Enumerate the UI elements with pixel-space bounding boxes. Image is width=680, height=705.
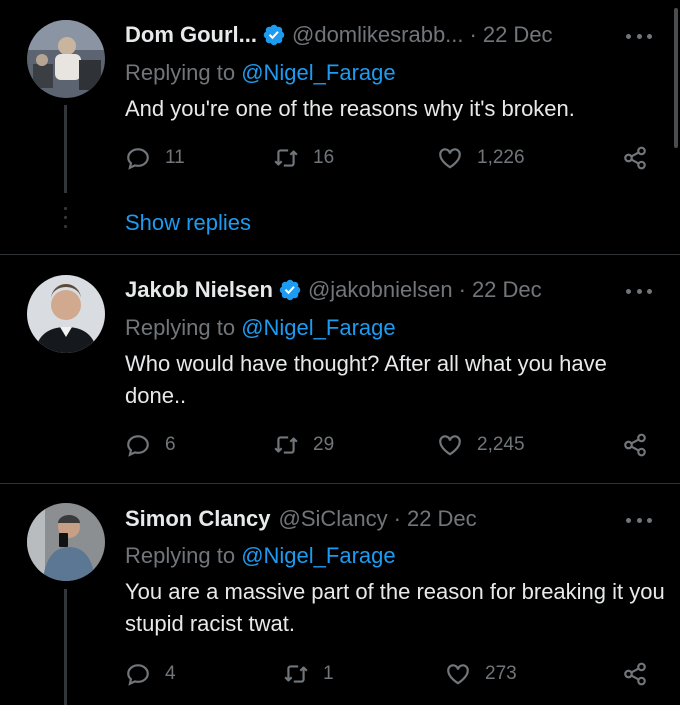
separator-dot: · (469, 22, 477, 47)
tweet-text: And you're one of the reasons why it's b… (125, 96, 575, 121)
like-button[interactable]: 273 (445, 661, 517, 687)
reply-count: 6 (165, 434, 176, 455)
share-button[interactable] (622, 432, 648, 458)
heart-icon (439, 148, 461, 169)
retweet-count: 1 (323, 663, 334, 684)
tweet-date[interactable]: 22 Dec (483, 22, 553, 48)
reply-icon (127, 664, 149, 686)
tweet-date[interactable]: 22 Dec (472, 277, 542, 303)
tweet-actions: 11 16 1,226 (125, 145, 655, 175)
avatar[interactable] (27, 503, 105, 581)
separator-dot: · (458, 277, 466, 302)
tweet-text: Who would have thought? After all what y… (125, 351, 607, 408)
share-icon (624, 662, 646, 686)
mention-link[interactable]: @Nigel_Farage (241, 315, 395, 340)
tweet-actions: 6 29 2,245 (125, 432, 655, 462)
retweet-button[interactable]: 1 (283, 661, 334, 687)
show-replies-link[interactable]: Show replies (125, 210, 251, 236)
thread-line (64, 589, 67, 705)
display-name[interactable]: Jakob Nielsen (125, 277, 273, 303)
retweet-button[interactable]: 29 (273, 432, 334, 458)
reply-button[interactable]: 11 (125, 145, 185, 171)
verified-badge-icon (263, 24, 285, 46)
replying-to-label: Replying to (125, 543, 242, 568)
avatar[interactable] (27, 20, 105, 98)
reply-button[interactable]: 6 (125, 432, 176, 458)
tweet-actions: 4 1 273 (125, 661, 655, 691)
thread-line (64, 105, 67, 193)
avatar[interactable] (27, 275, 105, 353)
verified-badge-icon (279, 279, 301, 301)
user-handle[interactable]: @domlikesrabb... (292, 22, 464, 48)
reply-icon (127, 435, 149, 457)
thread-dots (64, 207, 67, 234)
tweet-text: You are a massive part of the reason for… (125, 579, 665, 636)
retweet-count: 16 (313, 147, 335, 168)
replying-to: Replying to @Nigel_Farage (125, 315, 396, 341)
user-handle[interactable]: @SiClancy (278, 506, 387, 532)
tweet[interactable]: Simon Clancy @SiClancy · 22 Dec Replying… (0, 484, 680, 705)
like-count: 1,226 (477, 147, 525, 168)
more-options-icon[interactable] (626, 287, 652, 295)
reply-count: 11 (165, 147, 185, 168)
tweet[interactable]: Jakob Nielsen @jakobnielsen · 22 Dec Rep… (0, 255, 680, 483)
like-count: 273 (485, 663, 517, 684)
reply-icon (127, 148, 149, 170)
retweet-button[interactable]: 16 (273, 145, 334, 171)
display-name[interactable]: Simon Clancy (125, 506, 270, 532)
replying-to: Replying to @Nigel_Farage (125, 60, 396, 86)
replying-to: Replying to @Nigel_Farage (125, 543, 396, 569)
mention-link[interactable]: @Nigel_Farage (241, 543, 395, 568)
replying-to-label: Replying to (125, 315, 242, 340)
reply-button[interactable]: 4 (125, 661, 176, 687)
mention-link[interactable]: @Nigel_Farage (241, 60, 395, 85)
heart-icon (439, 435, 461, 456)
share-icon (624, 146, 646, 170)
retweet-icon (274, 149, 298, 167)
tweet-date[interactable]: 22 Dec (407, 506, 477, 532)
user-handle[interactable]: @jakobnielsen (308, 277, 453, 303)
like-button[interactable]: 2,245 (437, 432, 525, 458)
tweet-header: Dom Gourl... @domlikesrabb... · 22 Dec (125, 20, 553, 50)
more-options-icon[interactable] (626, 32, 652, 40)
share-icon (624, 433, 646, 457)
replying-to-label: Replying to (125, 60, 242, 85)
retweet-icon (284, 665, 308, 683)
tweet-header: Simon Clancy @SiClancy · 22 Dec (125, 504, 477, 534)
like-button[interactable]: 1,226 (437, 145, 525, 171)
more-options-icon[interactable] (626, 516, 652, 524)
retweet-count: 29 (313, 434, 335, 455)
display-name[interactable]: Dom Gourl... (125, 22, 257, 48)
reply-count: 4 (165, 663, 176, 684)
like-count: 2,245 (477, 434, 525, 455)
tweet[interactable]: Dom Gourl... @domlikesrabb... · 22 Dec R… (0, 0, 680, 254)
tweet-header: Jakob Nielsen @jakobnielsen · 22 Dec (125, 275, 542, 305)
retweet-icon (274, 436, 298, 454)
heart-icon (447, 664, 469, 685)
share-button[interactable] (622, 145, 648, 171)
share-button[interactable] (622, 661, 648, 687)
separator-dot: · (393, 506, 401, 531)
